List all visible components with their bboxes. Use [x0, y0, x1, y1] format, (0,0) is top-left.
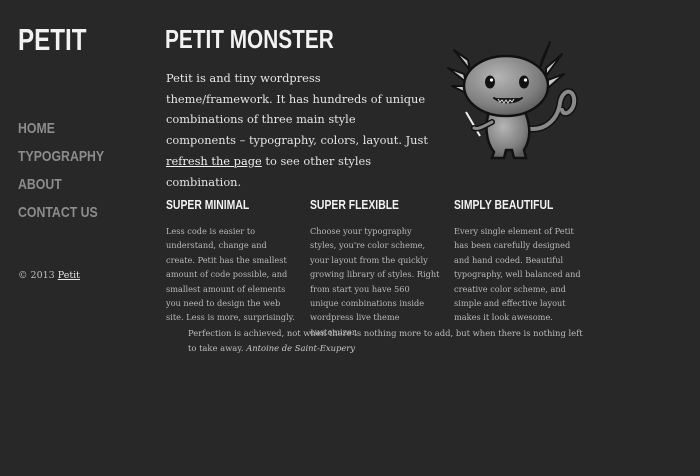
- nav-item-home[interactable]: HOME: [18, 119, 104, 147]
- copyright-text: © 2013: [18, 270, 55, 281]
- site-footer: © 2013 Petit: [18, 270, 80, 281]
- feature-simply-beautiful: SIMPLY BEAUTIFUL Every single element of…: [454, 197, 584, 325]
- feature-title: SUPER FLEXIBLE: [310, 197, 399, 212]
- feature-title: SIMPLY BEAUTIFUL: [454, 197, 554, 212]
- feature-text: Every single element of Petit has been c…: [454, 226, 581, 323]
- main-nav: HOME TYPOGRAPHY ABOUT CONTACT US: [18, 119, 123, 231]
- refresh-page-link[interactable]: refresh the page: [166, 154, 262, 168]
- nav-item-about[interactable]: ABOUT: [18, 175, 104, 203]
- feature-title: SUPER MINIMAL: [166, 197, 250, 212]
- monster-mascot-icon: [447, 41, 578, 160]
- intro-paragraph: Petit is and tiny wordpress theme/framew…: [166, 68, 428, 192]
- nav-item-typography[interactable]: TYPOGRAPHY: [18, 147, 104, 175]
- quote-block: Perfection is achieved, not when there i…: [188, 326, 588, 355]
- feature-text: Choose your typography styles, you're co…: [310, 226, 440, 337]
- site-logo[interactable]: PETIT: [18, 24, 87, 55]
- feature-text: Less code is easier to understand, chang…: [166, 226, 295, 323]
- intro-text-start: Petit is and tiny wordpress theme/framew…: [166, 71, 428, 148]
- feature-super-minimal: SUPER MINIMAL Less code is easier to und…: [166, 197, 296, 325]
- quote-author: Antoine de Saint-Exupery: [246, 342, 356, 353]
- page-title: PETIT MONSTER: [165, 24, 334, 54]
- nav-item-contact-us[interactable]: CONTACT US: [18, 203, 104, 231]
- feature-super-flexible: SUPER FLEXIBLE Choose your typography st…: [310, 197, 440, 339]
- footer-petit-link[interactable]: Petit: [58, 270, 80, 281]
